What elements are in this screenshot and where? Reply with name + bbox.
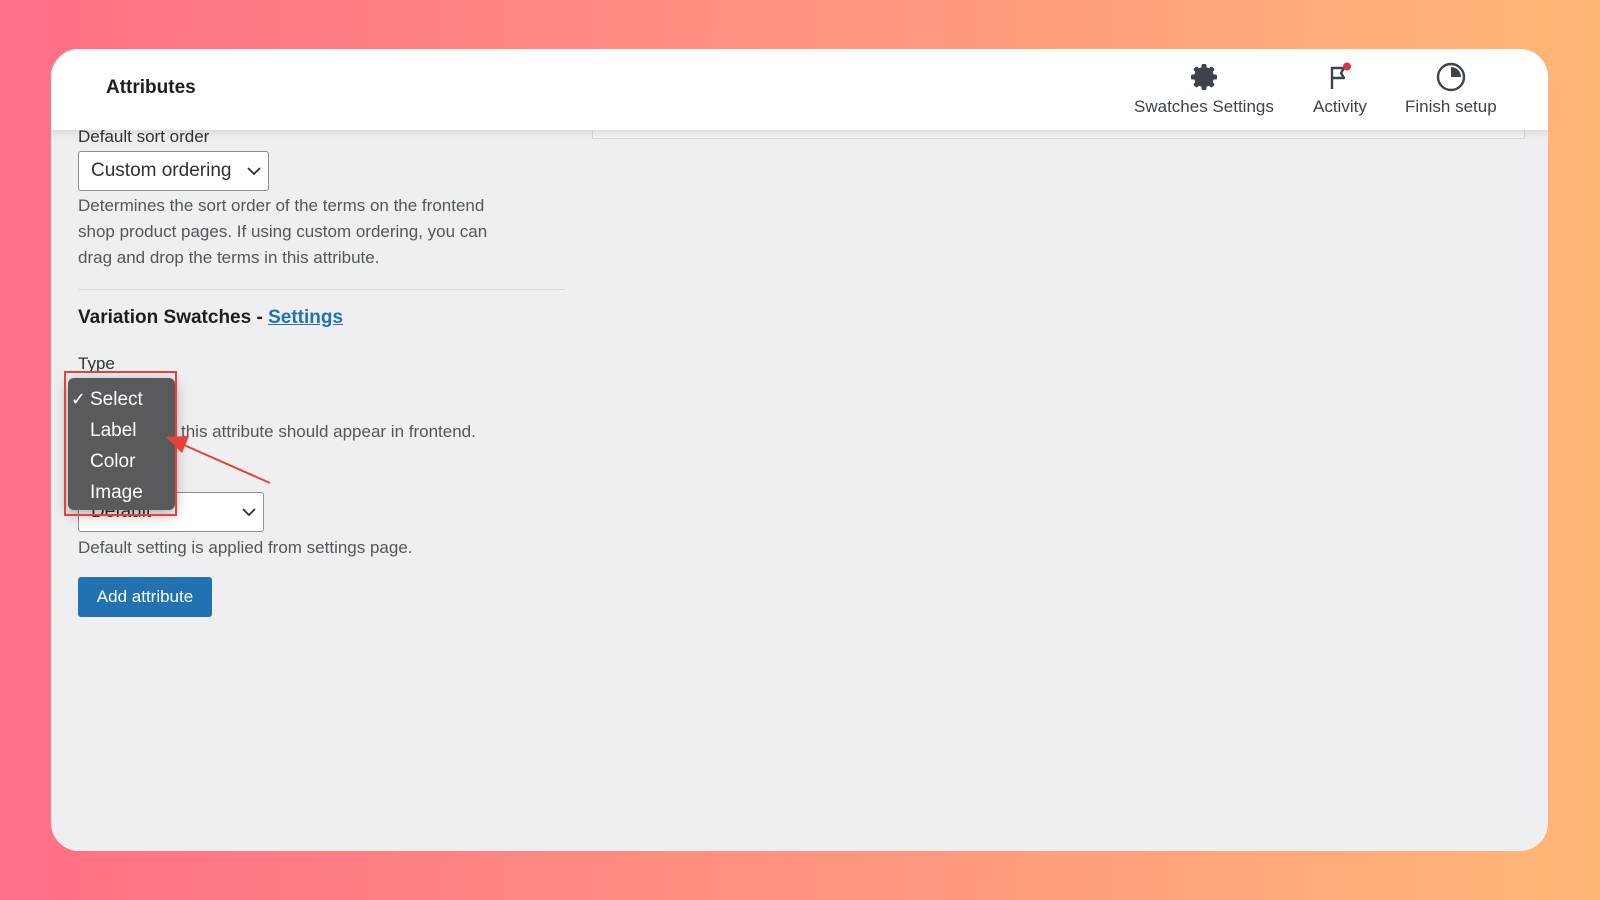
app-window: Attributes Swatches Settings Activity Fi… bbox=[51, 49, 1548, 851]
shape-description: Default setting is applied from settings… bbox=[78, 538, 413, 557]
gear-icon bbox=[1188, 61, 1220, 93]
flag-icon bbox=[1324, 61, 1356, 93]
swatches-settings-button[interactable]: Swatches Settings bbox=[1134, 61, 1274, 121]
activity-label: Activity bbox=[1313, 97, 1367, 116]
annotation-arrow bbox=[166, 436, 271, 484]
add-attribute-button[interactable]: Add attribute bbox=[78, 577, 212, 617]
add-attribute-form: Default sort order Custom ordering Deter… bbox=[51, 49, 1548, 851]
finish-setup-button[interactable]: Finish setup bbox=[1405, 61, 1497, 121]
swatches-settings-label: Swatches Settings bbox=[1134, 97, 1274, 116]
progress-clock-icon bbox=[1435, 61, 1467, 93]
finish-setup-label: Finish setup bbox=[1405, 97, 1497, 116]
activity-button[interactable]: Activity bbox=[1313, 61, 1367, 121]
